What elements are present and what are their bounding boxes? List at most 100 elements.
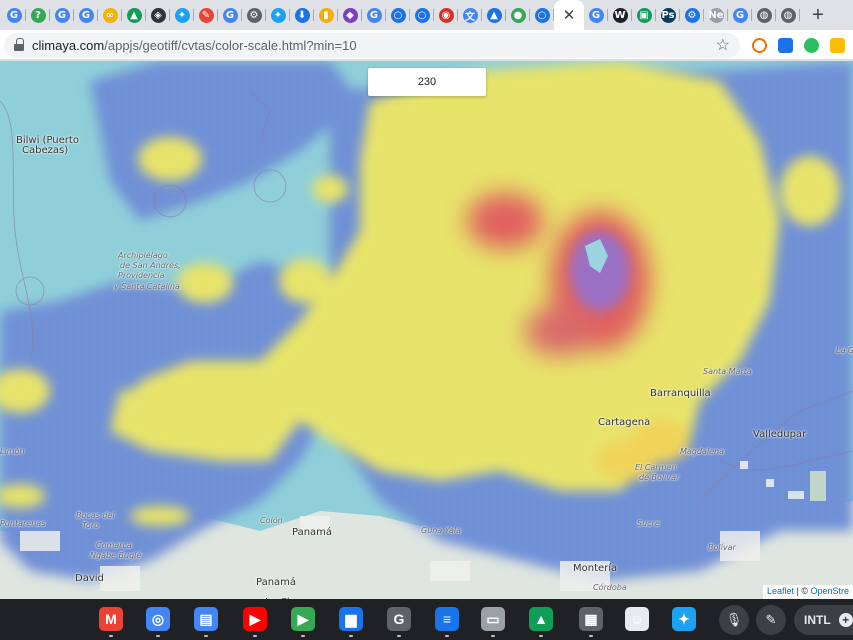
new-tab-button[interactable]: + xyxy=(806,0,830,30)
shelf-app-messages[interactable]: ≡ xyxy=(433,605,461,637)
tab-drive-5[interactable]: ▲ xyxy=(122,0,146,30)
tab-climaya-16[interactable]: ○ xyxy=(386,0,410,30)
place-label: Colón xyxy=(260,516,283,525)
extension-shield-icon[interactable] xyxy=(830,38,845,53)
tab-globe-8[interactable]: ◍ xyxy=(776,0,800,30)
tab-google-6[interactable]: G xyxy=(728,0,752,30)
osm-link[interactable]: OpenStre xyxy=(810,586,849,596)
leaflet-link[interactable]: Leaflet xyxy=(767,586,794,596)
globe-icon: ◍ xyxy=(756,7,772,23)
tab-maps-21[interactable]: ● xyxy=(506,0,530,30)
tab-climaya-17[interactable]: ○ xyxy=(410,0,434,30)
google-icon: G xyxy=(366,7,382,23)
status-tray[interactable]: INTL + xyxy=(794,605,853,635)
value-readout: 230 xyxy=(368,68,486,96)
tab-cube-14[interactable]: ◆ xyxy=(338,0,362,30)
shelf-app-chrome-window[interactable]: ▭ xyxy=(479,605,507,637)
place-label: Panamá xyxy=(256,577,297,588)
microphone-icon[interactable]: 🎙 xyxy=(719,605,749,635)
tab-google-3[interactable]: G xyxy=(74,0,98,30)
messages-icon: ≡ xyxy=(435,607,459,631)
shelf-app-twitter[interactable]: ✦ xyxy=(670,605,698,633)
shelf-app-play-store[interactable]: ▶ xyxy=(289,605,317,637)
calculator-icon: ▦ xyxy=(579,607,603,631)
browser-toolbar: climaya.com/appjs/geotiff/cvtas/color-sc… xyxy=(0,30,853,60)
precipitation-layer xyxy=(0,61,853,599)
place-label: Ngäbe Buglé xyxy=(90,551,142,560)
place-label: Córdoba xyxy=(593,583,627,592)
google-icon: G xyxy=(54,7,70,23)
tab-google-2[interactable]: G xyxy=(50,0,74,30)
twitter-icon: ✦ xyxy=(174,7,190,23)
tab-twitter-11[interactable]: ✦ xyxy=(266,0,290,30)
tab-globe-7[interactable]: ◍ xyxy=(752,0,776,30)
files-icon: ▆ xyxy=(339,607,363,631)
stylus-pen-icon[interactable]: ✎ xyxy=(756,605,786,635)
tab-wikipedia-1[interactable]: W xyxy=(608,0,632,30)
shelf-app-docs[interactable]: ▤ xyxy=(192,605,220,637)
google-icon: G xyxy=(6,7,22,23)
extension-b-icon[interactable] xyxy=(752,38,767,53)
tab-shield-6[interactable]: ◈ xyxy=(146,0,170,30)
tab-help-1[interactable]: ? xyxy=(26,0,50,30)
map-icon: ▣ xyxy=(636,7,652,23)
tab-twitter-7[interactable]: ✦ xyxy=(170,0,194,30)
shield-icon: ◈ xyxy=(150,7,166,23)
evernote-icon[interactable] xyxy=(804,38,819,53)
google-icon: G xyxy=(588,7,604,23)
url-text: climaya.com/appjs/geotiff/cvtas/color-sc… xyxy=(32,38,357,53)
tab-google-0[interactable]: G xyxy=(584,0,608,30)
address-bar[interactable]: climaya.com/appjs/geotiff/cvtas/color-sc… xyxy=(4,33,740,58)
shelf-app-owl[interactable]: ☺ xyxy=(623,605,651,633)
twitter-icon: ✦ xyxy=(270,7,286,23)
google-icon: G xyxy=(732,7,748,23)
place-label: Sucre xyxy=(637,519,660,528)
place-label: Puntarenas xyxy=(0,519,46,528)
help-icon: ? xyxy=(30,7,46,23)
play-store-icon: ▶ xyxy=(291,607,315,631)
tab-red-app-18[interactable]: ◉ xyxy=(434,0,458,30)
analytics-icon: ▮ xyxy=(318,7,334,23)
google-icon: G xyxy=(78,7,94,23)
bookmark-star-icon[interactable]: ☆ xyxy=(716,35,730,55)
shelf-app-gmail[interactable]: M xyxy=(97,605,125,637)
tab-search-10[interactable]: ⚙ xyxy=(242,0,266,30)
tab-triangle-20[interactable]: ▲ xyxy=(482,0,506,30)
running-indicator xyxy=(109,635,113,637)
tab-google-9[interactable]: G xyxy=(218,0,242,30)
tab-photoshop-3[interactable]: Ps xyxy=(656,0,680,30)
tab-google-0[interactable]: G xyxy=(2,0,26,30)
shelf-app-drive[interactable]: ▲ xyxy=(527,605,555,637)
tab-infinity-4[interactable]: ∞ xyxy=(98,0,122,30)
map-view[interactable]: 230 Bilwi (Puerto Cabezas) Archipiélago de … xyxy=(0,61,853,599)
running-indicator xyxy=(253,635,257,637)
tab-pen-8[interactable]: ✎ xyxy=(194,0,218,30)
shelf-app-youtube[interactable]: ▶ xyxy=(241,605,269,637)
climaya-icon: ○ xyxy=(390,7,406,23)
tab-map-2[interactable]: ▣ xyxy=(632,0,656,30)
tab-analytics-13[interactable]: ▮ xyxy=(314,0,338,30)
tab-download-12[interactable]: ⬇ xyxy=(290,0,314,30)
tab-climaya-22[interactable]: ○ xyxy=(530,0,554,30)
shelf-app-files[interactable]: ▆ xyxy=(337,605,365,637)
gmail-icon: M xyxy=(99,607,123,631)
ne-icon: Ne xyxy=(708,7,724,23)
place-label: Cabezas) xyxy=(22,145,69,156)
shelf-app-calculator[interactable]: ▦ xyxy=(577,605,605,637)
tab-translate-19[interactable]: 文 xyxy=(458,0,482,30)
tab-settings-4[interactable]: ⚙ xyxy=(680,0,704,30)
translate-icon: 文 xyxy=(462,7,478,23)
shelf-app-chrome[interactable]: ◎ xyxy=(144,605,172,637)
tab-active-close-button[interactable]: ✕ xyxy=(554,0,584,30)
place-label: Barranquilla xyxy=(650,388,711,399)
running-indicator xyxy=(397,635,401,637)
tab-ne-5[interactable]: Ne xyxy=(704,0,728,30)
extension-screenshot-icon[interactable] xyxy=(778,38,793,53)
owl-icon: ☺ xyxy=(625,607,649,631)
tab-google-15[interactable]: G xyxy=(362,0,386,30)
tab-strip: G? G G ∞ ▲ ◈ ✦ ✎ G ⚙ ✦ ⬇ ▮ ◆ G ○ ○ ◉ 文 ▲ ● ○ ✕ G W ▣ Ps ⚙ Ne G ◍ ◍ + xyxy=(0,0,853,30)
running-indicator xyxy=(349,635,353,637)
place-label: Limón xyxy=(0,447,25,456)
place-label: Providencia xyxy=(118,271,165,280)
shelf-app-google-app[interactable]: G xyxy=(385,605,413,637)
